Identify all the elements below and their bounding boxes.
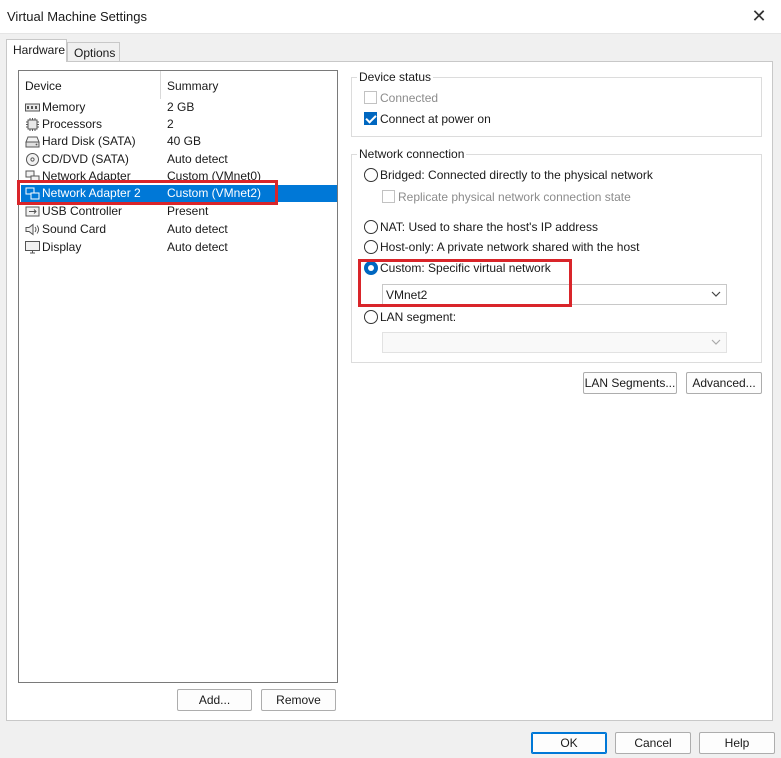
display-icon: [25, 241, 40, 254]
add-button[interactable]: Add...: [177, 689, 252, 711]
custom-network-value: VMnet2: [386, 288, 428, 302]
device-status-label: Device status: [357, 70, 434, 84]
network-adapter-icon: [25, 170, 40, 180]
lan-segment-label: LAN segment:: [380, 310, 457, 324]
device-row-usb-controller[interactable]: USB Controller Present: [21, 203, 337, 220]
ok-button[interactable]: OK: [531, 732, 607, 754]
replicate-label: Replicate physical network connection st…: [398, 190, 631, 204]
advanced-button[interactable]: Advanced...: [686, 372, 762, 394]
device-row-network-adapter[interactable]: Network Adapter Custom (VMnet0): [21, 168, 337, 180]
device-summary: 40 GB: [167, 134, 202, 148]
help-button[interactable]: Help: [699, 732, 775, 754]
tab-hardware[interactable]: Hardware: [6, 39, 67, 62]
host-only-radio[interactable]: [364, 240, 378, 254]
nat-label: NAT: Used to share the host's IP address: [380, 220, 598, 234]
device-name: Network Adapter: [42, 169, 131, 180]
cd-dvd-icon: [26, 153, 39, 166]
device-summary: Auto detect: [167, 222, 228, 236]
lan-segments-button[interactable]: LAN Segments...: [583, 372, 677, 394]
device-row-hard-disk[interactable]: Hard Disk (SATA) 40 GB: [21, 133, 337, 150]
title-bar: Virtual Machine Settings ✕: [0, 0, 781, 34]
connect-at-power-on-checkbox[interactable]: [364, 112, 377, 125]
lan-segment-radio[interactable]: [364, 310, 378, 324]
usb-icon: [25, 206, 40, 217]
device-row-cd-dvd[interactable]: CD/DVD (SATA) Auto detect: [21, 151, 337, 168]
window-title: Virtual Machine Settings: [7, 9, 147, 24]
device-name: Display: [42, 240, 82, 254]
device-status-group: [351, 77, 762, 137]
device-list[interactable]: Device Summary Memory 2 GB Processors 2 …: [18, 70, 338, 683]
memory-icon: [25, 103, 40, 112]
lan-segment-select[interactable]: [382, 332, 727, 353]
chevron-down-icon: [711, 339, 721, 345]
connect-at-power-on-label: Connect at power on: [380, 112, 491, 126]
device-name: Processors: [42, 117, 103, 131]
replicate-checkbox[interactable]: [382, 190, 395, 203]
cancel-button[interactable]: Cancel: [615, 732, 691, 754]
custom-network-select[interactable]: VMnet2: [382, 284, 727, 305]
device-name: Memory: [42, 100, 86, 114]
connected-label: Connected: [380, 91, 439, 105]
device-name: Network Adapter 2: [42, 186, 141, 200]
column-header-device[interactable]: Device: [19, 71, 161, 99]
remove-button[interactable]: Remove: [261, 689, 336, 711]
column-header-summary[interactable]: Summary: [161, 71, 337, 99]
device-name: Sound Card: [42, 222, 107, 236]
connected-checkbox[interactable]: [364, 91, 377, 104]
bridged-radio[interactable]: [364, 168, 378, 182]
device-row-memory[interactable]: Memory 2 GB: [21, 99, 337, 116]
bridged-label: Bridged: Connected directly to the physi…: [380, 168, 653, 182]
device-summary: 2: [167, 117, 174, 131]
chevron-down-icon: [711, 291, 721, 297]
host-only-label: Host-only: A private network shared with…: [380, 240, 640, 254]
device-summary: Custom (VMnet0): [167, 169, 262, 180]
network-adapter-icon: [25, 187, 40, 200]
device-name: USB Controller: [42, 204, 123, 218]
device-name: Hard Disk (SATA): [42, 134, 136, 148]
sound-card-icon: [25, 223, 39, 236]
nat-radio[interactable]: [364, 220, 378, 234]
processor-icon: [26, 118, 39, 131]
device-row-network-adapter-2[interactable]: Network Adapter 2 Custom (VMnet2): [21, 185, 337, 202]
network-connection-label: Network connection: [357, 147, 467, 161]
device-summary: 2 GB: [167, 100, 195, 114]
hard-disk-icon: [25, 136, 40, 148]
tab-options[interactable]: Options: [67, 42, 120, 61]
device-summary: Custom (VMnet2): [167, 186, 262, 200]
device-summary: Auto detect: [167, 152, 228, 166]
device-row-processors[interactable]: Processors 2: [21, 116, 337, 133]
close-icon[interactable]: ✕: [745, 2, 773, 30]
device-summary: Present: [167, 204, 209, 218]
device-row-display[interactable]: Display Auto detect: [21, 239, 337, 256]
device-name: CD/DVD (SATA): [42, 152, 129, 166]
device-summary: Auto detect: [167, 240, 228, 254]
device-row-sound-card[interactable]: Sound Card Auto detect: [21, 221, 337, 238]
custom-radio[interactable]: [364, 261, 378, 275]
custom-label: Custom: Specific virtual network: [380, 261, 551, 275]
